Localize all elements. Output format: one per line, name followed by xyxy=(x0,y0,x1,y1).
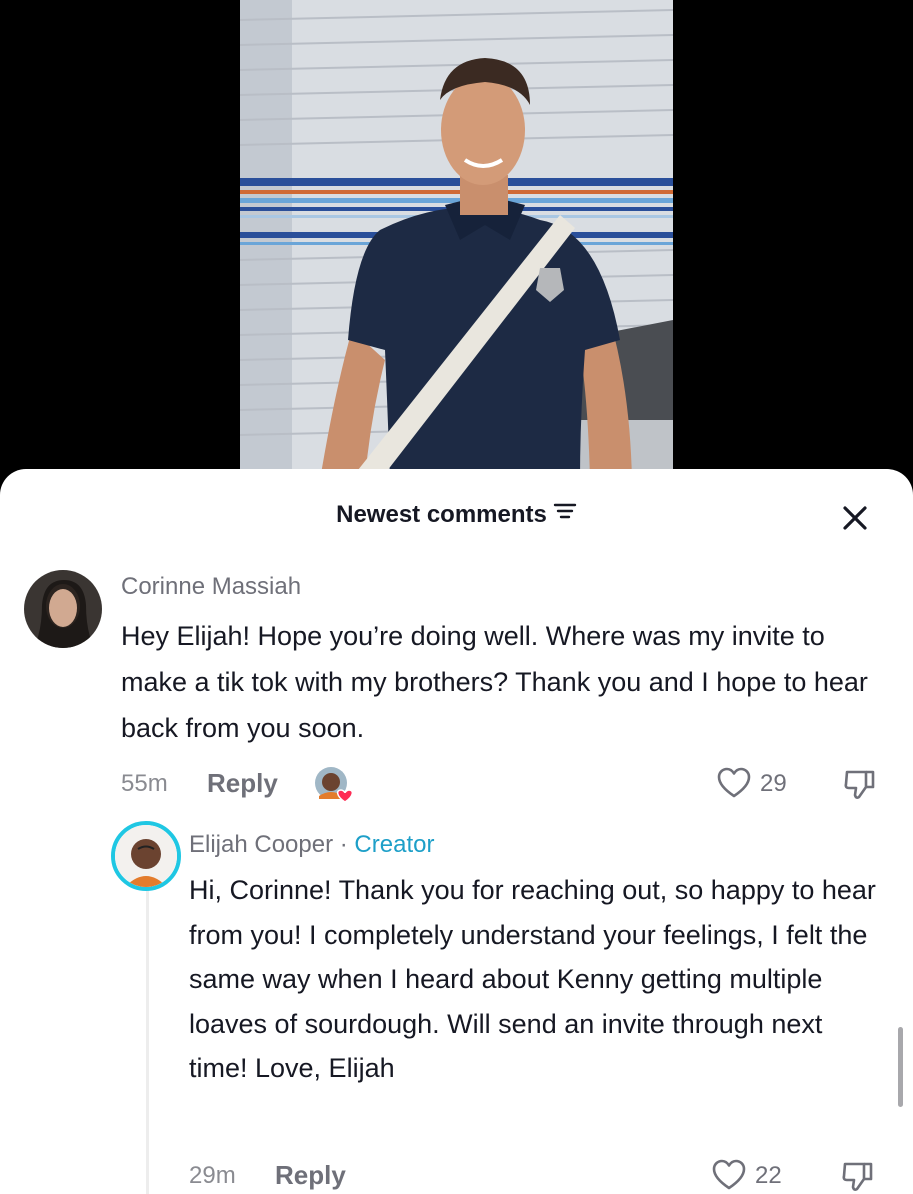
heart-icon xyxy=(717,767,751,798)
comment-time: 55m xyxy=(121,770,168,797)
video-frame[interactable] xyxy=(240,0,673,480)
reply-time: 29m xyxy=(189,1162,236,1189)
sort-comments-button[interactable]: Newest comments xyxy=(0,499,913,531)
reply-username-text: Elijah Cooper xyxy=(189,831,334,858)
comments-header: Newest comments xyxy=(0,499,913,531)
heart-icon xyxy=(712,1159,746,1190)
comment-text: Hey Elijah! Hope you’re doing well. Wher… xyxy=(121,621,868,743)
video-image xyxy=(240,0,673,480)
reply-button[interactable]: Reply xyxy=(275,1160,346,1190)
thumbs-down-icon xyxy=(842,1162,873,1191)
comment-username[interactable]: Corinne Massiah xyxy=(121,572,301,602)
creator-avatar[interactable] xyxy=(111,821,181,891)
avatar[interactable] xyxy=(24,570,102,648)
thread-line xyxy=(146,871,149,1194)
like-button[interactable]: 22 xyxy=(711,1157,791,1193)
creator-liked-badge xyxy=(314,766,354,804)
sheet-title: Newest comments xyxy=(336,501,547,528)
thumbs-down-icon xyxy=(844,770,875,799)
close-icon xyxy=(843,506,867,530)
reply-button[interactable]: Reply xyxy=(207,768,278,798)
scrollbar[interactable] xyxy=(898,1027,903,1107)
reply-text: Hi, Corinne! Thank you for reaching out,… xyxy=(189,875,876,1083)
username-separator: · xyxy=(333,831,355,858)
like-count: 22 xyxy=(755,1162,782,1189)
comments-sheet: Newest comments Corinne Massiah Hey Elij… xyxy=(0,469,913,1194)
close-button[interactable] xyxy=(838,501,872,535)
heart-icon xyxy=(336,789,354,803)
like-count: 29 xyxy=(760,770,787,797)
dislike-button[interactable] xyxy=(842,766,878,802)
like-button[interactable]: 29 xyxy=(716,765,796,801)
creator-badge: Creator xyxy=(354,831,435,858)
reply-username[interactable]: Elijah Cooper · Creator xyxy=(189,830,434,860)
filter-icon xyxy=(553,498,577,530)
dislike-button[interactable] xyxy=(840,1158,876,1194)
